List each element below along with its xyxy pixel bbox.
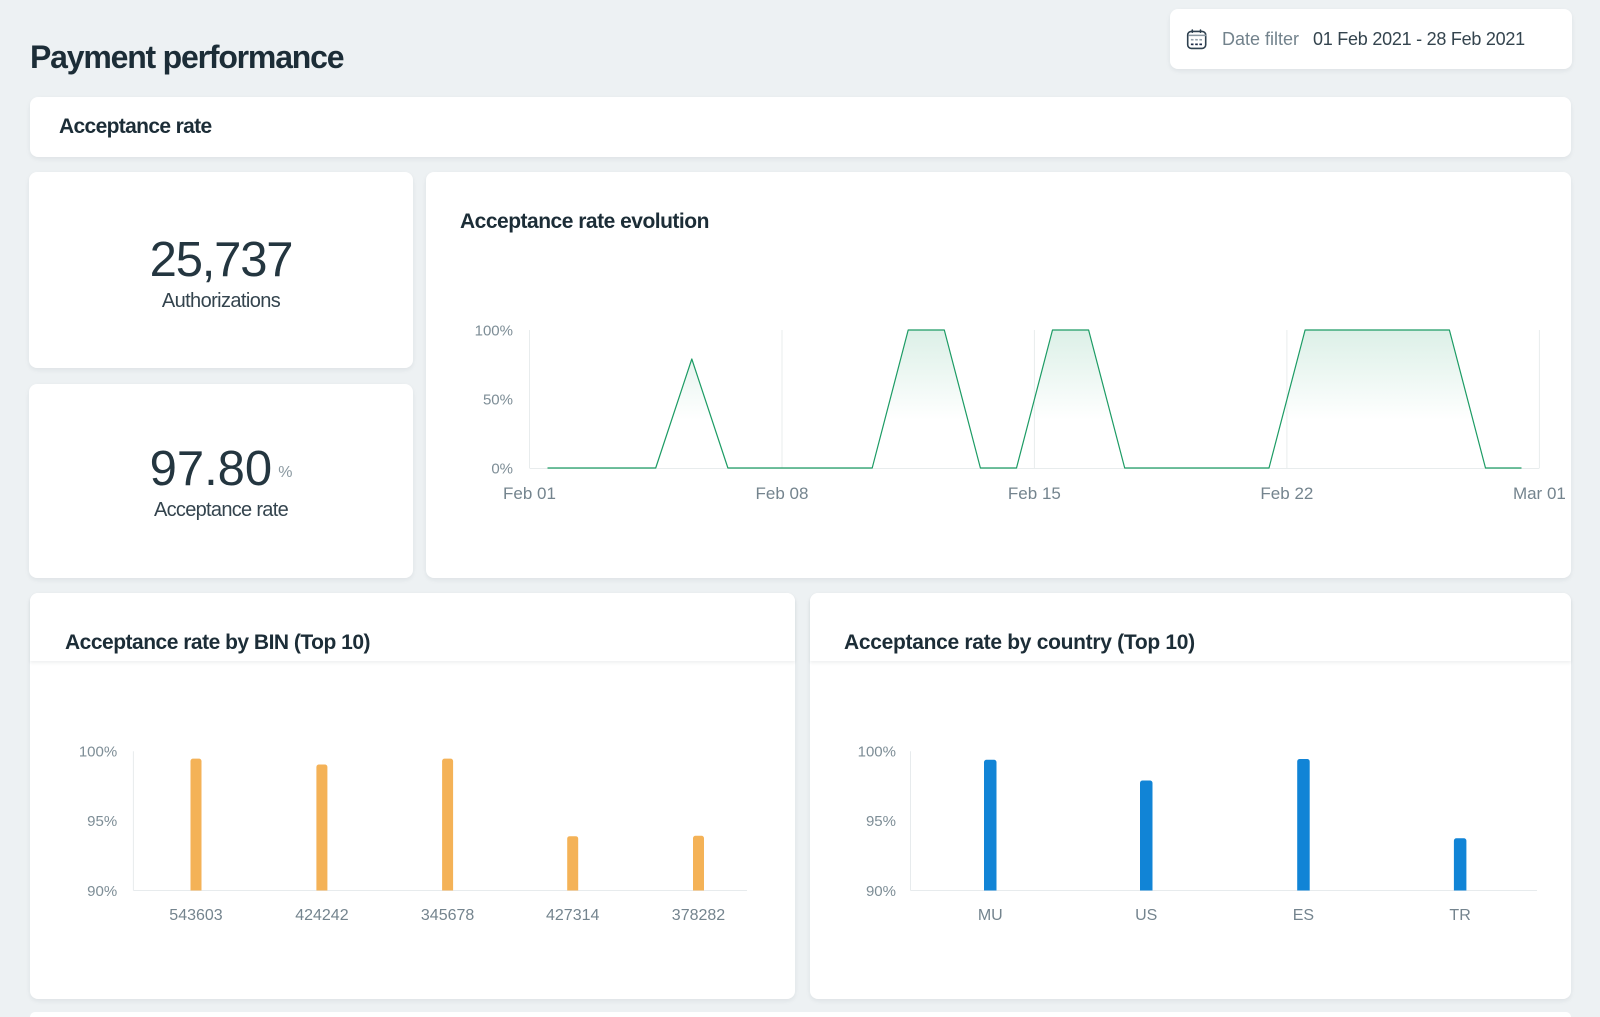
svg-text:378282: 378282 — [672, 907, 725, 924]
svg-text:50%: 50% — [483, 391, 513, 408]
svg-text:100%: 100% — [858, 744, 896, 761]
svg-text:100%: 100% — [79, 744, 117, 761]
svg-text:345678: 345678 — [421, 907, 474, 924]
svg-text:424242: 424242 — [295, 907, 348, 924]
svg-text:95%: 95% — [87, 813, 117, 830]
svg-text:543603: 543603 — [169, 907, 222, 924]
svg-text:TR: TR — [1449, 907, 1470, 924]
svg-text:Feb 08: Feb 08 — [756, 484, 809, 503]
svg-text:95%: 95% — [866, 813, 896, 830]
svg-text:100%: 100% — [475, 322, 513, 339]
svg-text:Feb 15: Feb 15 — [1008, 484, 1061, 503]
svg-text:0%: 0% — [491, 460, 513, 477]
svg-text:Feb 01: Feb 01 — [503, 484, 556, 503]
svg-text:US: US — [1135, 907, 1157, 924]
svg-text:Mar 01: Mar 01 — [1513, 484, 1566, 503]
svg-text:MU: MU — [978, 907, 1003, 924]
svg-text:427314: 427314 — [546, 907, 599, 924]
svg-text:Feb 22: Feb 22 — [1260, 484, 1313, 503]
svg-text:ES: ES — [1293, 907, 1314, 924]
svg-text:90%: 90% — [866, 883, 896, 900]
svg-text:90%: 90% — [87, 883, 117, 900]
